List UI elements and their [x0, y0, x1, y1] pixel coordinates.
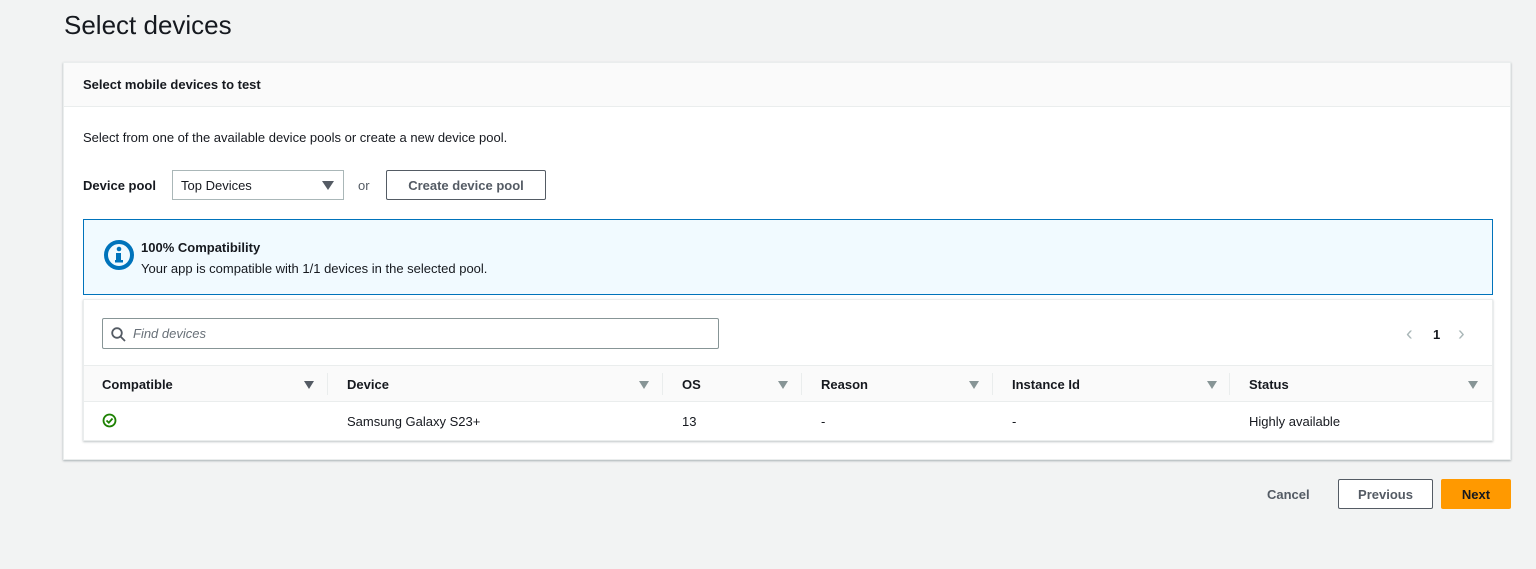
sort-icon[interactable]	[778, 381, 788, 389]
info-icon	[104, 240, 134, 270]
device-pool-label: Device pool	[83, 178, 156, 193]
table-header: Compatible Device OS Reason Instance Id …	[84, 365, 1492, 402]
search-icon	[111, 327, 126, 342]
col-os[interactable]: OS	[682, 377, 701, 392]
select-devices-panel: Select mobile devices to test Select fro…	[63, 62, 1511, 460]
column-divider[interactable]	[801, 373, 802, 395]
search-placeholder: Find devices	[133, 326, 206, 341]
status: Highly available	[1249, 414, 1341, 429]
alert-message: Your app is compatible with 1/1 devices …	[141, 261, 488, 276]
col-instance-id[interactable]: Instance Id	[1012, 377, 1080, 392]
compatibility-alert: 100% Compatibility Your app is compatibl…	[83, 219, 1493, 295]
find-devices-input[interactable]: Find devices	[102, 318, 719, 349]
page-number[interactable]: 1	[1433, 327, 1440, 342]
alert-title: 100% Compatibility	[141, 240, 261, 255]
next-button[interactable]: Next	[1441, 479, 1511, 509]
previous-button[interactable]: Previous	[1338, 479, 1433, 509]
os-version: 13	[682, 414, 697, 429]
col-status[interactable]: Status	[1249, 377, 1289, 392]
sort-icon[interactable]	[969, 381, 979, 389]
col-compatible[interactable]: Compatible	[102, 377, 173, 392]
create-device-pool-button[interactable]: Create device pool	[386, 170, 546, 200]
sort-desc-icon[interactable]	[304, 381, 314, 389]
panel-description: Select from one of the available device …	[83, 130, 508, 145]
device-name: Samsung Galaxy S23+	[347, 414, 481, 429]
sort-icon[interactable]	[639, 381, 649, 389]
device-pool-select[interactable]: Top Devices	[172, 170, 344, 200]
sort-icon[interactable]	[1468, 381, 1478, 389]
reason: -	[821, 414, 826, 429]
col-device[interactable]: Device	[347, 377, 389, 392]
column-divider[interactable]	[1229, 373, 1230, 395]
or-label: or	[358, 178, 370, 193]
caret-down-icon	[322, 181, 334, 190]
devices-table: Find devices ‹ 1 › Compatible Device OS …	[83, 299, 1493, 441]
column-divider[interactable]	[992, 373, 993, 395]
page-title: Select devices	[64, 10, 232, 40]
sort-icon[interactable]	[1207, 381, 1217, 389]
device-pool-value: Top Devices	[181, 178, 252, 193]
column-divider[interactable]	[662, 373, 663, 395]
col-reason[interactable]: Reason	[821, 377, 868, 392]
check-circle-icon	[102, 413, 117, 428]
cancel-button[interactable]: Cancel	[1267, 487, 1310, 502]
instance-id: -	[1012, 414, 1017, 429]
previous-page-icon[interactable]: ‹	[1406, 324, 1413, 344]
column-divider[interactable]	[327, 373, 328, 395]
next-page-icon[interactable]: ›	[1458, 324, 1465, 344]
panel-header: Select mobile devices to test	[64, 63, 1510, 107]
